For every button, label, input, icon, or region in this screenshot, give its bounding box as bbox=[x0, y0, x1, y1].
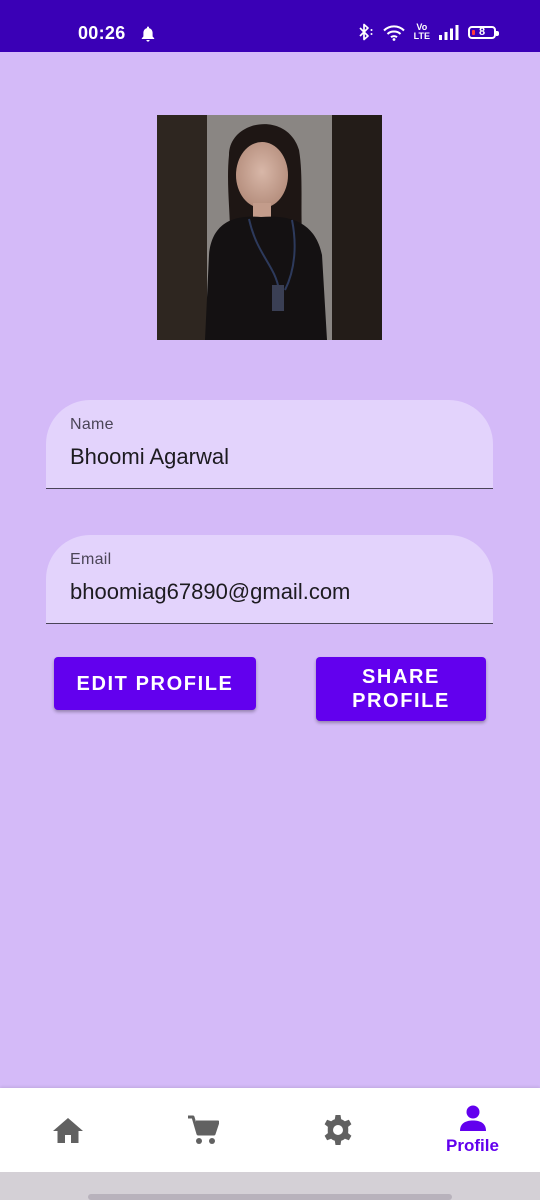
nav-item-cart[interactable] bbox=[135, 1088, 270, 1172]
person-icon bbox=[459, 1105, 486, 1131]
profile-photo-art bbox=[157, 115, 382, 340]
share-profile-label-line1: SHARE bbox=[361, 666, 440, 688]
nav-item-profile[interactable]: Profile bbox=[405, 1088, 540, 1172]
email-field[interactable]: Email bhoomiag67890@gmail.com bbox=[46, 535, 493, 624]
bottom-navigation: Profile bbox=[0, 1088, 540, 1172]
cart-icon bbox=[187, 1115, 219, 1144]
nav-item-home[interactable] bbox=[0, 1088, 135, 1172]
volte-bottom-text: LTE bbox=[413, 31, 430, 41]
gesture-bar[interactable] bbox=[88, 1194, 452, 1200]
battery-icon: 8 bbox=[468, 25, 499, 39]
edit-profile-label: EDIT PROFILE bbox=[76, 672, 234, 695]
volte-icon: Vo LTE bbox=[414, 23, 430, 41]
settings-icon bbox=[324, 1115, 351, 1145]
share-profile-button[interactable]: SHARE PROFILE bbox=[316, 657, 486, 721]
wifi-icon bbox=[382, 24, 405, 41]
signal-icon bbox=[439, 24, 459, 40]
bell-icon bbox=[141, 26, 155, 42]
status-bar: 00:26 Vo LTE 8 bbox=[0, 0, 540, 52]
status-time: 00:26 bbox=[78, 23, 126, 43]
profile-photo bbox=[157, 115, 382, 340]
bluetooth-icon bbox=[359, 23, 373, 41]
name-field-value[interactable]: Bhoomi Agarwal bbox=[70, 444, 229, 470]
name-field-label: Name bbox=[70, 416, 114, 433]
home-icon bbox=[52, 1118, 83, 1143]
status-icons: Vo LTE 8 bbox=[356, 23, 499, 41]
email-field-value[interactable]: bhoomiag67890@gmail.com bbox=[70, 579, 350, 605]
email-field-label: Email bbox=[70, 551, 112, 568]
name-field[interactable]: Name Bhoomi Agarwal bbox=[46, 400, 493, 489]
nav-item-settings[interactable] bbox=[270, 1088, 405, 1172]
edit-profile-button[interactable]: EDIT PROFILE bbox=[54, 657, 256, 710]
nav-item-profile-label: Profile bbox=[446, 1136, 499, 1155]
share-profile-label-line2: PROFILE bbox=[352, 690, 450, 712]
